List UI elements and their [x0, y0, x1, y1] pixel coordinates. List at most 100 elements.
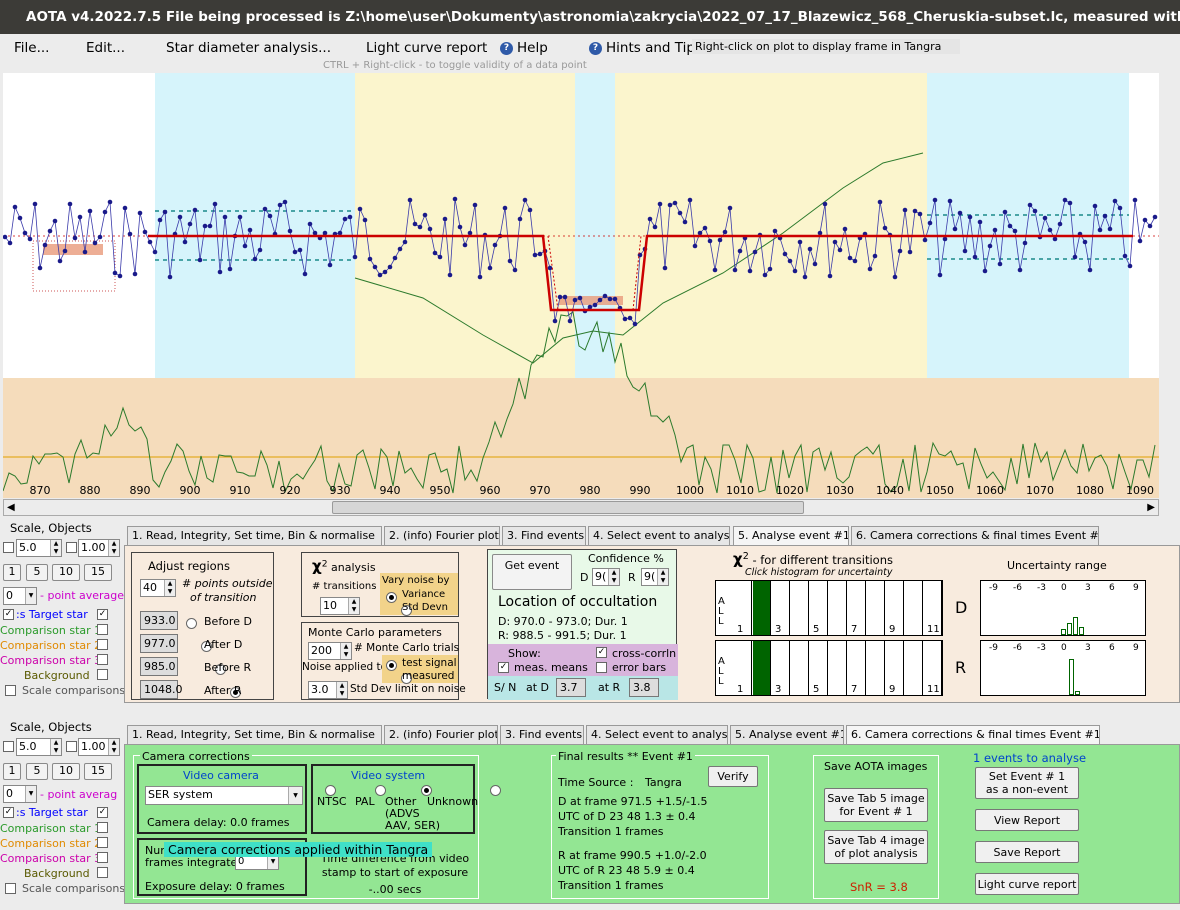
data-point[interactable]	[27, 236, 33, 242]
data-point[interactable]	[1057, 221, 1063, 227]
data-point[interactable]	[732, 267, 738, 273]
hist-cell[interactable]: 1	[734, 641, 752, 695]
data-point[interactable]	[807, 246, 813, 252]
data-point[interactable]	[1072, 254, 1078, 260]
scroll-thumb[interactable]	[332, 501, 804, 514]
data-point[interactable]	[677, 210, 683, 216]
means-checkbox[interactable]: ✓	[498, 662, 509, 673]
background-checkbox-2[interactable]	[97, 867, 108, 878]
data-point[interactable]	[927, 220, 933, 226]
data-point[interactable]	[342, 216, 348, 222]
data-point[interactable]	[467, 230, 473, 236]
trials-spinner-icon[interactable]: ▲ ▼	[340, 643, 351, 659]
confidence-r-select[interactable]: 9(▲ ▼	[641, 568, 669, 586]
scale-comparisons-checkbox-2[interactable]	[5, 883, 16, 894]
hist-cell[interactable]: 11	[924, 641, 942, 695]
data-point[interactable]	[832, 239, 838, 245]
data-point[interactable]	[117, 273, 123, 279]
data-point[interactable]	[1122, 253, 1128, 259]
data-point[interactable]	[812, 261, 818, 267]
data-point[interactable]	[932, 197, 938, 203]
data-point[interactable]	[672, 200, 678, 206]
data-point[interactable]	[1017, 267, 1023, 273]
data-point[interactable]	[727, 205, 733, 211]
data-point[interactable]	[292, 249, 298, 255]
data-point[interactable]	[217, 269, 223, 275]
plot-scrollbar[interactable]: ◀ ▶	[3, 499, 1159, 516]
data-point[interactable]	[767, 266, 773, 272]
data-point[interactable]	[987, 243, 993, 249]
data-point[interactable]	[687, 197, 693, 203]
scale-btn-1[interactable]: 1	[3, 564, 21, 581]
data-point[interactable]	[437, 254, 443, 260]
data-point[interactable]	[692, 243, 698, 249]
data-point[interactable]	[997, 261, 1003, 267]
menu-help[interactable]: ? Help	[500, 40, 548, 56]
hist-cell[interactable]	[829, 641, 847, 695]
data-point[interactable]	[277, 202, 283, 208]
data-point[interactable]	[377, 272, 383, 278]
get-event-button[interactable]: Get event	[492, 554, 572, 590]
comp3-checkbox-2[interactable]	[97, 852, 108, 863]
data-point[interactable]	[422, 212, 428, 218]
data-point[interactable]	[1012, 228, 1018, 234]
scale2-spinner-2[interactable]: 1.00 ▲ ▼	[78, 738, 120, 756]
scale-checkbox[interactable]	[3, 542, 14, 553]
data-point[interactable]	[557, 294, 563, 300]
scale-btn-5-2[interactable]: 5	[26, 763, 48, 780]
data-point[interactable]	[362, 217, 368, 223]
data-point[interactable]	[702, 225, 708, 231]
data-point[interactable]	[947, 198, 953, 204]
data-point[interactable]	[162, 209, 168, 215]
data-point[interactable]	[407, 197, 413, 203]
menu-file[interactable]: File...	[14, 40, 49, 56]
data-point[interactable]	[567, 318, 573, 324]
data-point[interactable]	[122, 205, 128, 211]
tab2-read[interactable]: 1. Read, Integrity, Set time, Bin & norm…	[127, 725, 382, 744]
data-point[interactable]	[202, 223, 208, 229]
data-point[interactable]	[917, 211, 923, 217]
data-point[interactable]	[97, 234, 103, 240]
hist-cell[interactable]: 9	[886, 641, 904, 695]
data-point[interactable]	[1127, 263, 1133, 269]
data-point[interactable]	[112, 270, 118, 276]
hist-cell[interactable]	[867, 641, 885, 695]
data-point[interactable]	[367, 256, 373, 262]
data-point[interactable]	[882, 225, 888, 231]
data-point[interactable]	[337, 230, 343, 236]
tab1-camera[interactable]: 6. Camera corrections & final times Even…	[851, 526, 1099, 545]
data-point[interactable]	[597, 297, 603, 303]
data-point[interactable]	[137, 210, 143, 216]
before-d-radio[interactable]	[186, 617, 197, 629]
scale-comparisons-checkbox[interactable]	[5, 685, 16, 696]
data-point[interactable]	[772, 228, 778, 234]
spinner2-arrows-icon-2[interactable]: ▲ ▼	[108, 739, 119, 755]
save-report-button[interactable]: Save Report	[975, 841, 1079, 863]
scale-spinner[interactable]: 5.0 ▲ ▼	[16, 539, 62, 557]
data-point[interactable]	[132, 271, 138, 277]
data-point[interactable]	[1052, 236, 1058, 242]
data-point[interactable]	[1082, 239, 1088, 245]
target-checkbox[interactable]: ✓	[3, 609, 14, 620]
data-point[interactable]	[282, 199, 288, 205]
data-point[interactable]	[262, 206, 268, 212]
data-point[interactable]	[507, 258, 513, 264]
data-point[interactable]	[22, 230, 28, 236]
data-point[interactable]	[712, 267, 718, 273]
verify-button[interactable]: Verify	[708, 766, 758, 787]
data-point[interactable]	[32, 201, 38, 207]
data-point[interactable]	[782, 251, 788, 257]
points-spinner[interactable]: 40 ▲ ▼	[140, 579, 176, 597]
data-point[interactable]	[627, 315, 633, 321]
data-point[interactable]	[842, 226, 848, 232]
data-point[interactable]	[142, 229, 148, 235]
data-point[interactable]	[182, 239, 188, 245]
data-point[interactable]	[402, 239, 408, 245]
data-point[interactable]	[612, 296, 618, 302]
data-point[interactable]	[1117, 205, 1123, 211]
data-point[interactable]	[822, 201, 828, 207]
data-point[interactable]	[922, 237, 928, 243]
data-point[interactable]	[1132, 197, 1138, 203]
scale-btn-5[interactable]: 5	[26, 564, 48, 581]
data-point[interactable]	[457, 224, 463, 230]
